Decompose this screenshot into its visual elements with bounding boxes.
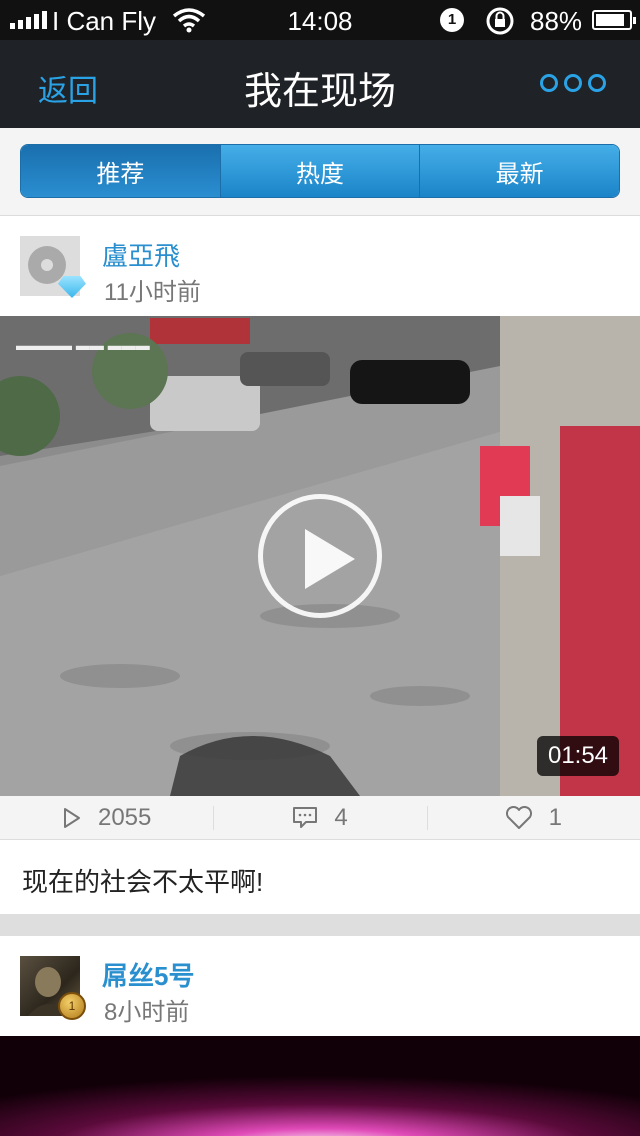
svg-text:▬▬▬▬ ▬▬ ▬▬▬: ▬▬▬▬ ▬▬ ▬▬▬ — [16, 337, 150, 353]
post-stats-bar: 2055 4 1 — [0, 796, 640, 840]
segmented-tabs: 推荐 热度 最新 — [20, 144, 620, 198]
username[interactable]: 盧亞飛 — [102, 236, 180, 273]
tab-bar-container: 推荐 热度 最新 — [0, 128, 640, 216]
diamond-badge-icon — [58, 276, 86, 298]
post-header[interactable]: 1 屌丝5号 8小时前 — [0, 936, 640, 1036]
user-avatar[interactable]: 1 — [20, 956, 86, 1020]
tab-latest[interactable]: 最新 — [419, 145, 619, 197]
caption-text: 现在的社会不太平啊! — [22, 867, 264, 897]
status-bar: I Can Fly 14:08 1 88% — [0, 0, 640, 40]
video-duration: 01:54 — [537, 736, 619, 776]
notification-badge: 1 — [440, 8, 464, 32]
post-time: 11小时前 — [104, 279, 201, 306]
navigation-bar: 返回 我在现场 — [0, 40, 640, 128]
post-divider — [0, 914, 640, 936]
like-count: 1 — [548, 803, 562, 831]
more-options-icon[interactable] — [540, 74, 606, 92]
disc-avatar-icon — [28, 246, 66, 284]
like-button[interactable]: 1 — [426, 796, 640, 839]
gold-medal-icon: 1 — [58, 992, 86, 1020]
username[interactable]: 屌丝5号 — [102, 956, 194, 993]
user-avatar[interactable] — [20, 236, 86, 298]
video-thumbnail[interactable] — [0, 1036, 640, 1136]
comment-button[interactable]: 4 — [213, 796, 426, 839]
tab-popular[interactable]: 热度 — [219, 145, 420, 197]
post-time: 8小时前 — [104, 999, 190, 1026]
dark-scene-image — [0, 1036, 640, 1136]
play-button[interactable] — [258, 494, 382, 618]
post-header[interactable]: 盧亞飛 11小时前 — [0, 216, 640, 316]
comment-icon — [293, 806, 318, 828]
battery-icon — [592, 10, 636, 30]
rotation-lock-icon — [486, 7, 514, 35]
comment-count: 4 — [334, 803, 348, 831]
heart-icon — [505, 805, 532, 829]
tab-recommended[interactable]: 推荐 — [21, 145, 220, 197]
post-caption: 现在的社会不太平啊! — [0, 840, 640, 914]
play-count: 2055 — [0, 796, 213, 839]
play-count-icon — [63, 807, 80, 828]
play-count-value: 2055 — [97, 803, 152, 831]
battery-percent: 88% — [530, 6, 583, 36]
